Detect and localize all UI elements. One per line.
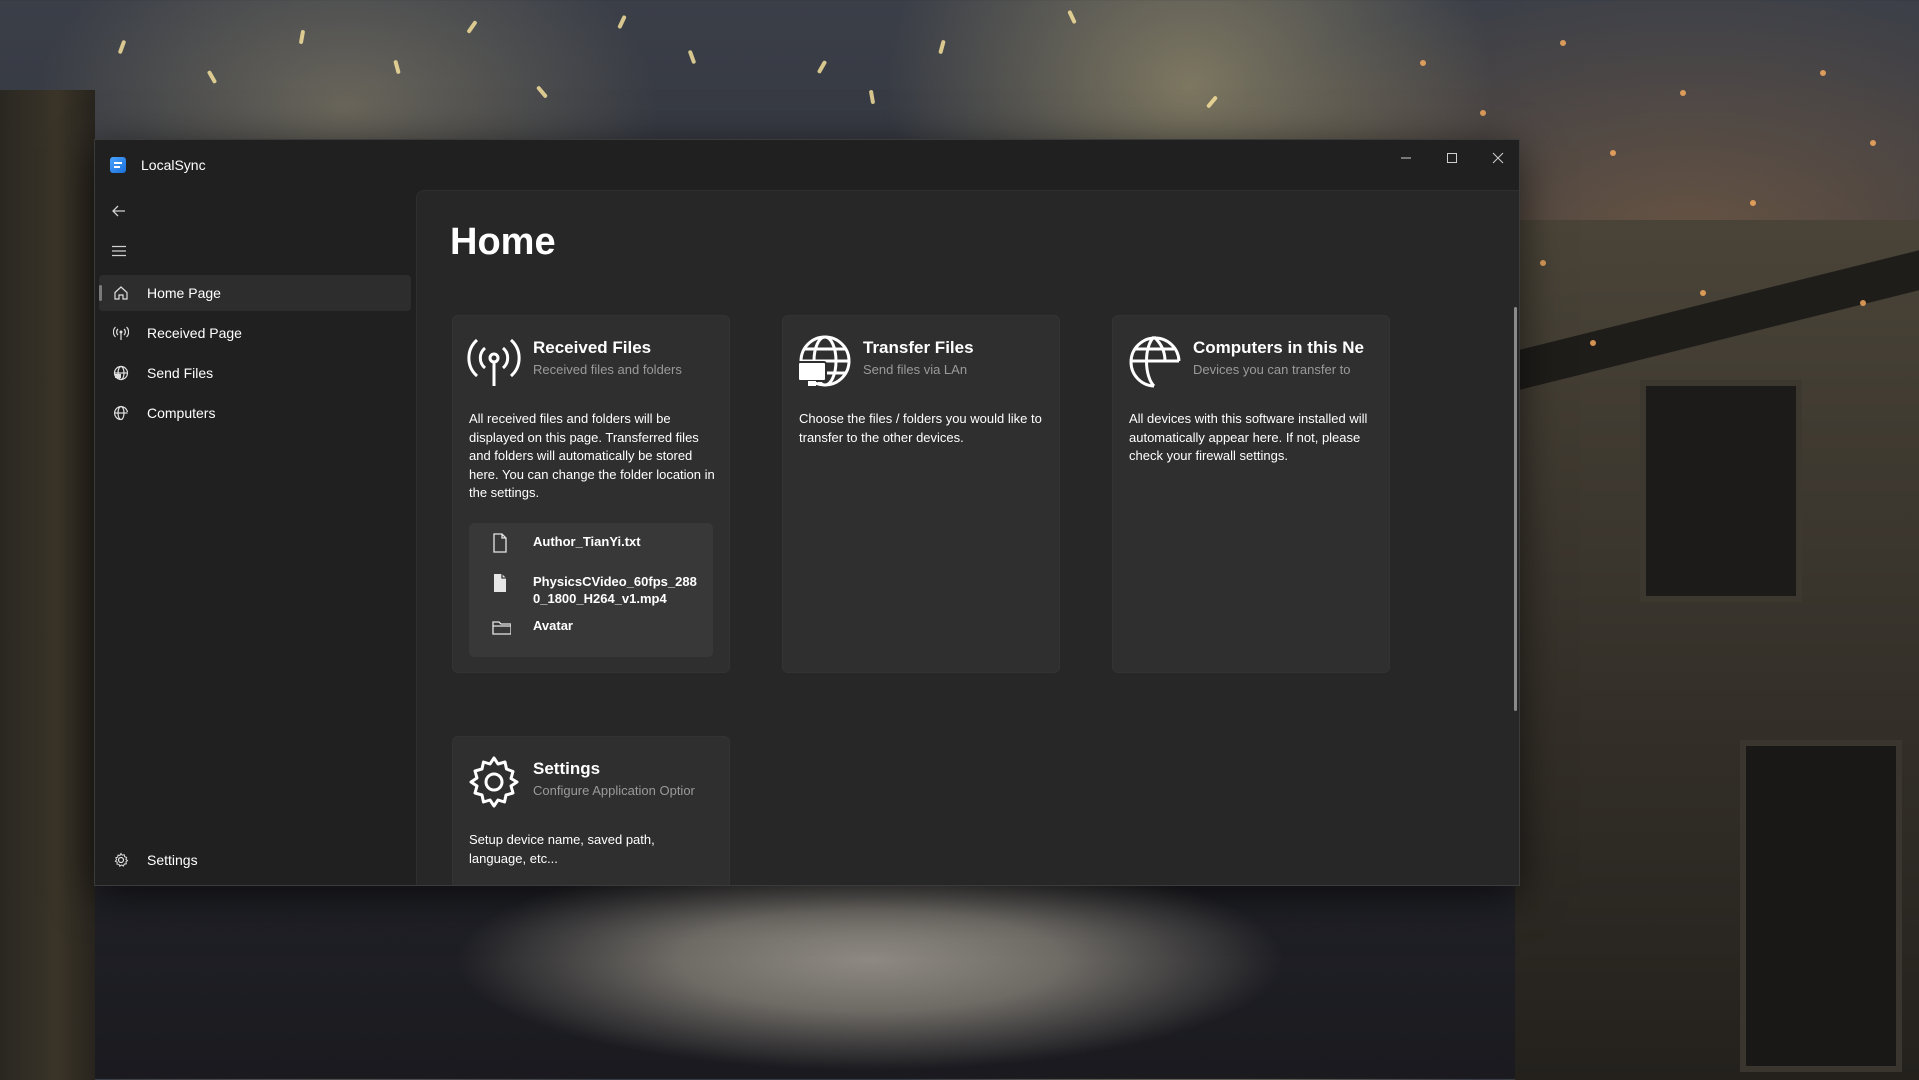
computers-card[interactable]: Computers in this Ne Devices you can tra… xyxy=(1112,315,1390,673)
gear-icon xyxy=(111,850,131,870)
file-icon xyxy=(493,533,507,553)
globe-computer-icon xyxy=(797,334,851,388)
card-description: Choose the files / folders you would lik… xyxy=(799,411,1042,445)
close-icon xyxy=(1492,152,1504,164)
maximize-icon xyxy=(1447,153,1457,163)
card-subtitle: Configure Application Optior xyxy=(533,783,695,798)
card-subtitle: Received files and folders xyxy=(533,362,682,377)
card-subtitle: Send files via LAn xyxy=(863,362,968,377)
card-description: All received files and folders will be d… xyxy=(469,411,715,500)
hamburger-menu-icon xyxy=(112,245,126,257)
received-files-card[interactable]: Received Files Received files and folder… xyxy=(452,315,730,673)
home-icon xyxy=(111,283,131,303)
close-button[interactable] xyxy=(1475,140,1519,176)
sidebar-item-label: Settings xyxy=(147,852,198,868)
file-icon xyxy=(494,574,506,592)
main-content: Home Received Files Received files and f… xyxy=(416,190,1519,885)
folder-icon xyxy=(492,621,511,635)
sidebar-item-home[interactable]: Home Page xyxy=(99,275,411,311)
card-subtitle: Devices you can transfer to xyxy=(1193,362,1351,377)
app-window: LocalSync Home Page Received Page Send F… xyxy=(94,139,1520,886)
sidebar-item-computers[interactable]: Computers xyxy=(99,395,411,431)
app-logo-icon xyxy=(110,157,126,173)
sidebar-item-settings[interactable]: Settings xyxy=(99,842,411,878)
network-icon xyxy=(111,403,131,423)
minimize-button[interactable] xyxy=(1383,140,1429,176)
globe-icon xyxy=(111,363,131,383)
wallpaper-window xyxy=(1640,380,1802,602)
file-name: PhysicsCVideo_60fps_2880_1800_H264_v1.mp… xyxy=(533,574,697,606)
card-title: Computers in this Ne xyxy=(1193,338,1364,357)
card-description: Setup device name, saved path, language,… xyxy=(469,832,655,866)
transfer-files-card[interactable]: Transfer Files Send files via LAn Choose… xyxy=(782,315,1060,673)
globe-network-icon xyxy=(1127,334,1181,388)
title-bar[interactable]: LocalSync xyxy=(95,140,1519,190)
page-title: Home xyxy=(450,221,556,263)
broadcast-icon xyxy=(467,334,521,388)
file-name: Author_TianYi.txt xyxy=(533,534,641,549)
settings-card[interactable]: Settings Configure Application Optior Se… xyxy=(452,736,730,885)
wallpaper-window xyxy=(1740,740,1902,1072)
maximize-button[interactable] xyxy=(1429,140,1475,176)
menu-toggle-button[interactable] xyxy=(103,235,135,267)
minimize-icon xyxy=(1401,157,1411,159)
wallpaper-cloth xyxy=(420,880,1320,1080)
card-title: Settings xyxy=(533,759,601,778)
back-button[interactable] xyxy=(103,195,135,227)
card-description: All devices with this software installed… xyxy=(1129,411,1368,463)
sidebar-item-label: Send Files xyxy=(147,365,214,381)
file-name: Avatar xyxy=(533,618,573,633)
app-title: LocalSync xyxy=(141,157,206,173)
sidebar-item-label: Home Page xyxy=(147,285,221,301)
sidebar-item-label: Received Page xyxy=(147,325,242,341)
gear-icon xyxy=(467,755,521,809)
card-title: Received Files xyxy=(533,338,652,357)
sidebar-item-send-files[interactable]: Send Files xyxy=(99,355,411,391)
sidebar-item-received[interactable]: Received Page xyxy=(99,315,411,351)
back-arrow-icon xyxy=(112,205,125,217)
broadcast-icon xyxy=(111,323,131,343)
sidebar-item-label: Computers xyxy=(147,405,216,421)
received-file-list: Author_TianYi.txt PhysicsCVideo_60fps_28… xyxy=(469,523,713,657)
wallpaper-left-building xyxy=(0,90,95,1080)
vertical-scrollbar[interactable] xyxy=(1514,307,1517,711)
card-title: Transfer Files xyxy=(863,338,974,357)
